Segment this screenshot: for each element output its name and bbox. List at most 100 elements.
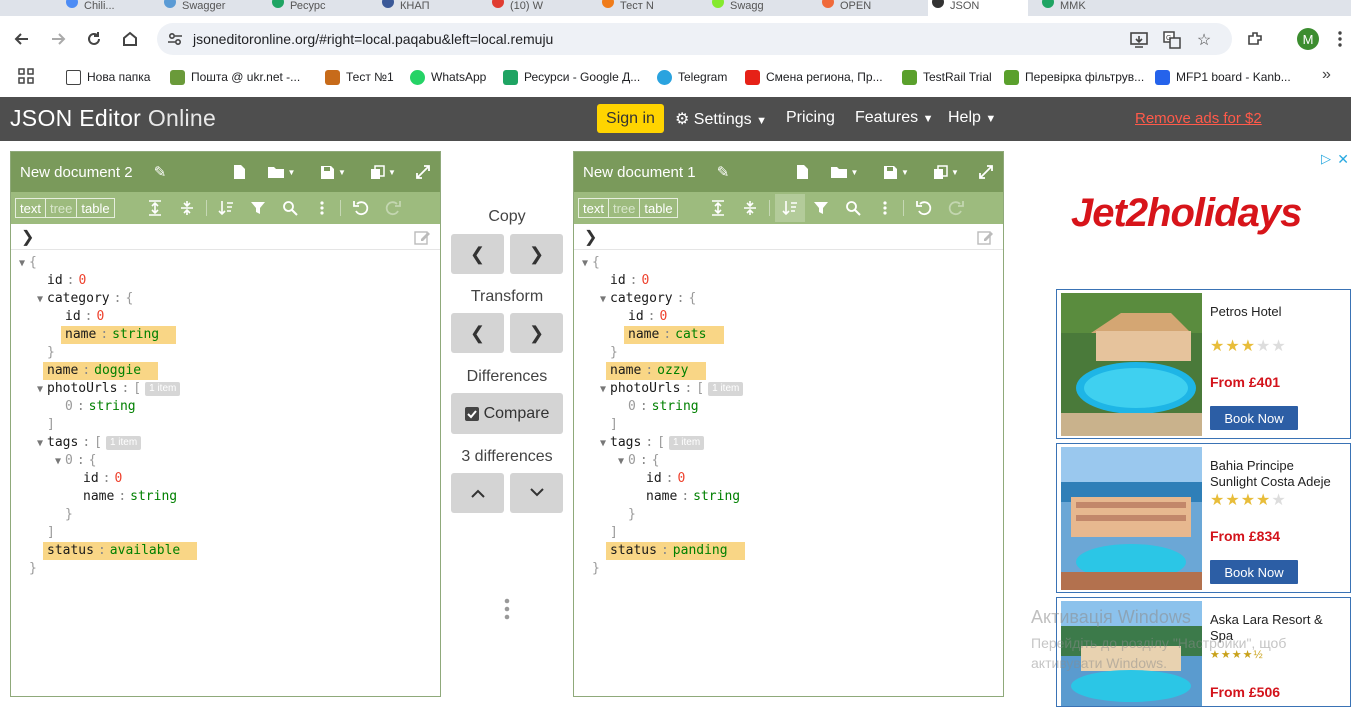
field-key[interactable]: name	[83, 489, 114, 504]
field-key[interactable]: id	[65, 309, 81, 324]
open-folder-icon[interactable]: ▼	[263, 162, 299, 182]
expand-toggle-icon[interactable]: ▼	[37, 291, 47, 309]
expand-toggle-icon[interactable]: ▼	[37, 435, 47, 453]
bookmark-item[interactable]: Telegram	[657, 68, 727, 86]
field-value[interactable]: 0	[677, 471, 685, 486]
browser-tab[interactable]: Тест N	[598, 0, 698, 16]
field-value[interactable]: 0	[78, 273, 86, 288]
tree-row[interactable]: }	[55, 506, 73, 524]
mode-text[interactable]: text	[579, 199, 609, 217]
jet2-logo[interactable]: Jet2holidays	[1071, 191, 1302, 236]
ad-hotel-card[interactable]: Bahia Principe Sunlight Costa Adeje ★★★★…	[1056, 443, 1351, 593]
tree-row[interactable]: id:0	[73, 470, 122, 488]
bookmarks-overflow-icon[interactable]: »	[1322, 66, 1331, 84]
new-document-icon[interactable]	[791, 162, 813, 182]
close-ad-icon[interactable]: ✕	[1337, 151, 1349, 168]
tree-row[interactable]: id:0	[55, 308, 104, 326]
tree-row[interactable]: ]	[600, 524, 618, 542]
field-key[interactable]: tags	[47, 435, 78, 450]
copy-document-icon[interactable]: ▼	[928, 162, 964, 182]
tree-row[interactable]: }	[618, 506, 636, 524]
bookmark-item[interactable]: Перевірка фільтрув...	[1004, 68, 1144, 86]
tree-row[interactable]: }	[600, 344, 618, 362]
settings-menu[interactable]: ⚙ Settings ▼	[675, 109, 767, 129]
tree-row[interactable]: ]	[37, 524, 55, 542]
field-value[interactable]: cats	[675, 327, 706, 342]
mode-tree[interactable]: tree	[46, 199, 78, 217]
field-key[interactable]: name	[628, 327, 659, 342]
bookmark-item[interactable]: Пошта @ ukr.net -...	[170, 68, 300, 86]
browser-tab[interactable]: MMK	[1038, 0, 1138, 16]
field-key[interactable]: photoUrls	[610, 381, 680, 396]
edit-path-icon[interactable]	[977, 229, 993, 245]
document-title[interactable]: New document 2	[20, 164, 133, 181]
tree-row[interactable]: status: panding	[600, 542, 728, 560]
edit-path-icon[interactable]	[414, 229, 430, 245]
field-key[interactable]: category	[610, 291, 673, 306]
expand-toggle-icon[interactable]: ▼	[600, 435, 610, 453]
field-key[interactable]: id	[83, 471, 99, 486]
previous-difference-button[interactable]	[451, 473, 504, 513]
undo-icon[interactable]	[351, 198, 371, 218]
extensions-icon[interactable]	[1240, 24, 1270, 54]
field-value[interactable]: available	[110, 543, 180, 558]
save-icon[interactable]: ▼	[315, 162, 351, 182]
field-value[interactable]: 0	[641, 273, 649, 288]
mode-text[interactable]: text	[16, 199, 46, 217]
field-value[interactable]: string	[693, 489, 740, 504]
back-icon[interactable]	[7, 24, 37, 54]
tree-row[interactable]: ▼ 0:{	[618, 452, 659, 470]
bookmark-star-icon[interactable]: ☆	[1194, 30, 1214, 50]
new-document-icon[interactable]	[228, 162, 250, 182]
tree-row[interactable]: ]	[600, 416, 618, 434]
tree-row[interactable]: id:0	[37, 272, 86, 290]
expand-all-icon[interactable]	[145, 198, 165, 218]
browser-tab[interactable]: КНАП	[378, 0, 478, 16]
tree-row[interactable]: }	[582, 560, 600, 578]
tree-row[interactable]: id:0	[636, 470, 685, 488]
filter-icon[interactable]	[811, 198, 831, 218]
book-now-button[interactable]: Book Now	[1210, 560, 1298, 584]
profile-avatar[interactable]: M	[1297, 28, 1319, 50]
field-key[interactable]: name	[610, 363, 641, 378]
undo-icon[interactable]	[914, 198, 934, 218]
browser-tab[interactable]: Ресурс	[268, 0, 368, 16]
bookmark-item[interactable]: MFP1 board - Kanb...	[1155, 68, 1291, 86]
tree-row[interactable]: ▼ photoUrls:[1 item	[600, 380, 744, 398]
field-key[interactable]: status	[47, 543, 94, 558]
tree-row[interactable]: id:0	[600, 272, 649, 290]
rename-edit-icon[interactable]: ✎	[712, 162, 734, 182]
remove-ads-link[interactable]: Remove ads for $2	[1135, 110, 1262, 127]
field-value[interactable]: ozzy	[657, 363, 688, 378]
tree-row[interactable]: name: string	[636, 488, 740, 506]
field-value[interactable]: panding	[673, 543, 728, 558]
app-logo[interactable]: JSON Editor Online	[10, 105, 216, 132]
field-key[interactable]: tags	[610, 435, 641, 450]
address-bar[interactable]: jsoneditoronline.org/#right=local.paqabu…	[157, 23, 1232, 55]
field-value[interactable]: 0	[114, 471, 122, 486]
document-title[interactable]: New document 1	[583, 164, 696, 181]
more-vertical-icon[interactable]	[875, 198, 895, 218]
tree-row[interactable]: 0: string	[618, 398, 699, 416]
more-vertical-icon[interactable]	[312, 198, 332, 218]
field-key[interactable]: name	[646, 489, 677, 504]
tree-row[interactable]: name: string	[55, 326, 159, 344]
browser-tab[interactable]: Swagger	[160, 0, 260, 16]
next-difference-button[interactable]	[510, 473, 563, 513]
field-value[interactable]: 0	[659, 309, 667, 324]
help-menu[interactable]: Help ▼	[948, 109, 996, 127]
field-key[interactable]: id	[628, 309, 644, 324]
expand-all-icon[interactable]	[708, 198, 728, 218]
sign-in-button[interactable]: Sign in	[597, 104, 664, 133]
fullscreen-icon[interactable]	[975, 162, 997, 182]
tree-row[interactable]: ▼ tags:[1 item	[37, 434, 142, 453]
install-app-icon[interactable]	[1129, 30, 1149, 50]
bookmark-item[interactable]: WhatsApp	[410, 68, 486, 86]
field-key[interactable]: 0	[65, 453, 73, 468]
chevron-right-icon[interactable]: ❯	[21, 227, 34, 247]
expand-toggle-icon[interactable]: ▼	[55, 453, 65, 471]
mode-tree[interactable]: tree	[609, 199, 641, 217]
field-key[interactable]: 0	[628, 453, 636, 468]
bookmark-item[interactable]: Тест №1	[325, 68, 394, 86]
tree-row[interactable]: ▼ category:{	[37, 290, 133, 308]
